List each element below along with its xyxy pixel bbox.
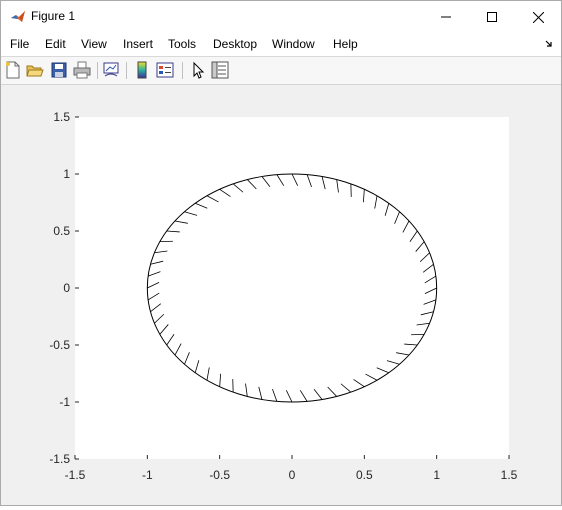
x-tick-label: 0.5 bbox=[356, 468, 373, 482]
menu-view[interactable]: View bbox=[81, 37, 107, 51]
maximize-icon bbox=[487, 12, 497, 22]
y-tick-label: -1.5 bbox=[49, 452, 70, 466]
figure-window: Figure 1 File Edit View Insert Tools Des… bbox=[0, 0, 562, 506]
figure-toolbar bbox=[1, 57, 561, 85]
x-tick-label: -1 bbox=[142, 468, 153, 482]
x-tick-label: 0 bbox=[289, 468, 296, 482]
y-tick-label: 1 bbox=[63, 167, 70, 181]
save-icon[interactable] bbox=[50, 61, 68, 79]
toolbar-separator bbox=[126, 62, 127, 79]
open-file-icon[interactable] bbox=[26, 61, 44, 79]
x-tick-label: -0.5 bbox=[209, 468, 230, 482]
y-tick-label: 0 bbox=[63, 281, 70, 295]
toolbar-separator bbox=[97, 62, 98, 79]
print-icon[interactable] bbox=[73, 61, 91, 79]
y-tick-label: 1.5 bbox=[53, 110, 70, 124]
menu-desktop[interactable]: Desktop bbox=[213, 37, 257, 51]
menu-edit[interactable]: Edit bbox=[45, 37, 66, 51]
property-inspector-icon[interactable] bbox=[211, 61, 229, 79]
toolbar-separator bbox=[182, 62, 183, 79]
maximize-button[interactable] bbox=[469, 1, 515, 33]
y-tick-label: 0.5 bbox=[53, 224, 70, 238]
link-plot-icon[interactable] bbox=[102, 61, 120, 79]
figure-canvas[interactable]: -1.5 -1 -0.5 0 0.5 1 1.5 -1.5 -1 -0.5 0 0.5 1 1.5 bbox=[1, 85, 561, 505]
menu-window[interactable]: Window bbox=[272, 37, 315, 51]
legend-icon[interactable] bbox=[156, 61, 174, 79]
y-tick-label: -1 bbox=[59, 395, 70, 409]
dock-arrow-icon[interactable] bbox=[545, 40, 553, 48]
minimize-button[interactable] bbox=[423, 1, 469, 33]
new-figure-icon[interactable] bbox=[4, 61, 22, 79]
axes-background[interactable] bbox=[75, 117, 509, 459]
menu-tools[interactable]: Tools bbox=[168, 37, 196, 51]
close-button[interactable] bbox=[515, 1, 561, 33]
y-tick-labels: -1.5 -1 -0.5 0 0.5 1 1.5 bbox=[49, 110, 70, 466]
pointer-icon[interactable] bbox=[189, 61, 207, 79]
x-tick-label: 1.5 bbox=[501, 468, 518, 482]
matlab-icon bbox=[10, 8, 26, 24]
menu-file[interactable]: File bbox=[10, 37, 29, 51]
title-bar[interactable]: Figure 1 bbox=[1, 1, 561, 33]
minimize-icon bbox=[441, 12, 451, 22]
window-title: Figure 1 bbox=[31, 9, 75, 23]
menu-insert[interactable]: Insert bbox=[123, 37, 153, 51]
menu-bar: File Edit View Insert Tools Desktop Wind… bbox=[1, 33, 561, 57]
x-tick-label: -1.5 bbox=[65, 468, 86, 482]
colorbar-icon[interactable] bbox=[133, 61, 151, 79]
close-icon bbox=[533, 12, 544, 23]
axes-plot[interactable]: -1.5 -1 -0.5 0 0.5 1 1.5 -1.5 -1 -0.5 0 0.5 1 1.5 bbox=[1, 85, 561, 505]
menu-help[interactable]: Help bbox=[333, 37, 358, 51]
x-tick-label: 1 bbox=[433, 468, 440, 482]
y-tick-label: -0.5 bbox=[49, 338, 70, 352]
x-tick-labels: -1.5 -1 -0.5 0 0.5 1 1.5 bbox=[65, 468, 518, 482]
